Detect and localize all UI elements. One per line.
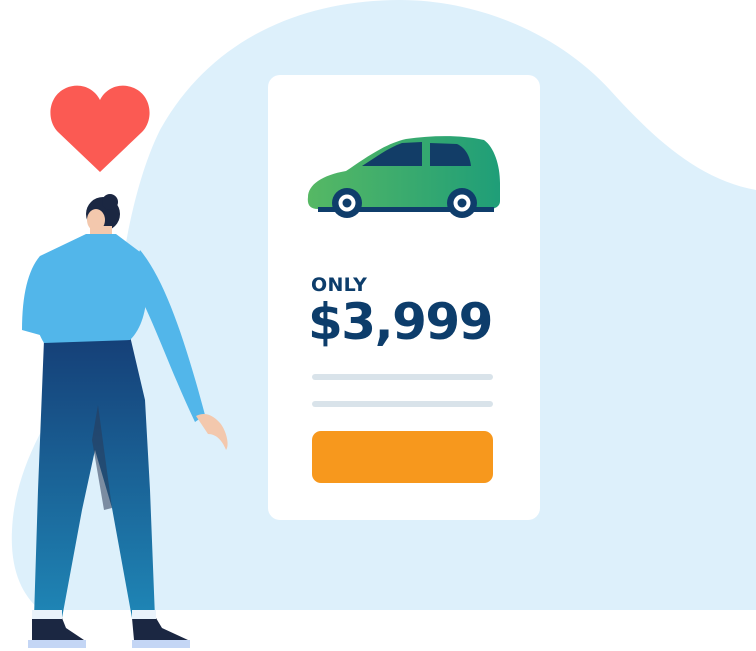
offer-card: ONLY $3,999: [268, 75, 540, 520]
cta-button[interactable]: [312, 431, 493, 483]
car-icon: [307, 136, 500, 218]
heart-icon: [50, 85, 150, 172]
placeholder-line: [312, 401, 493, 407]
person-figure: [22, 194, 228, 648]
placeholder-line: [312, 374, 493, 380]
price-text: $3,999: [308, 293, 493, 351]
